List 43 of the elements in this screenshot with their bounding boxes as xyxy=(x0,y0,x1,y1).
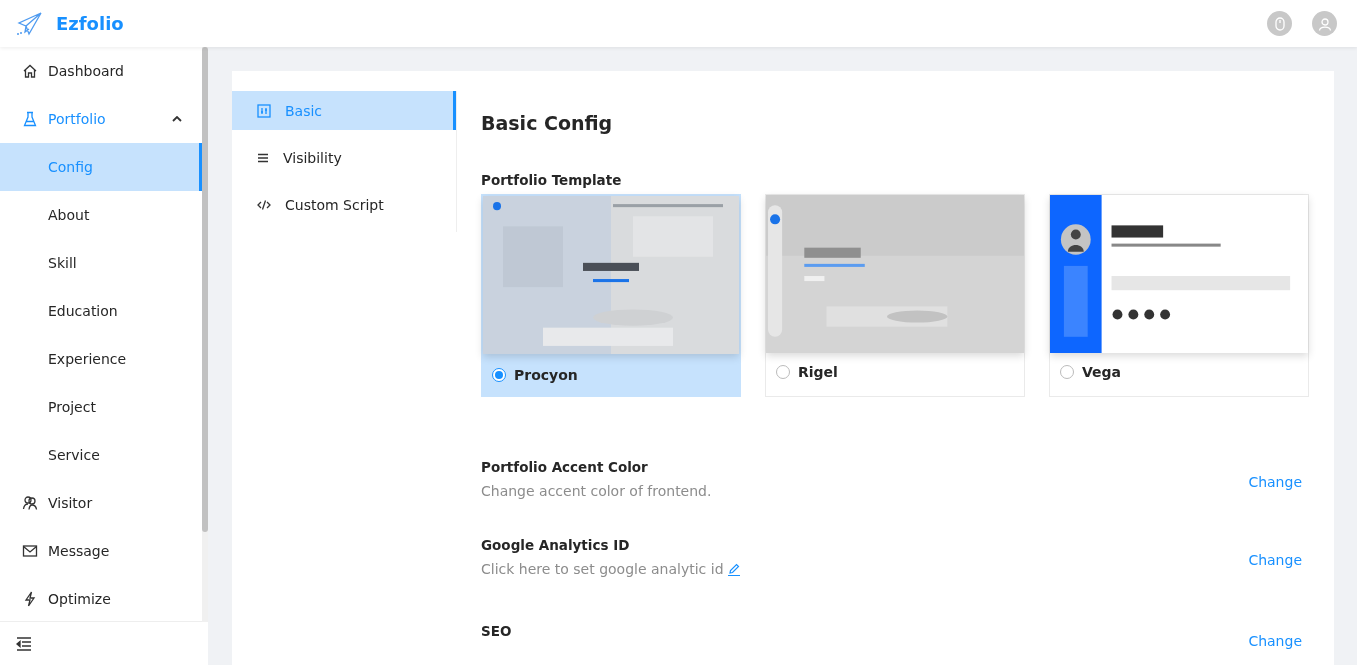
setting-title: Portfolio Accent Color xyxy=(481,459,649,475)
submenu-item[interactable]: Skill xyxy=(0,239,202,287)
setting-title: SEO xyxy=(481,623,512,639)
setting-description: Change accent color of frontend. xyxy=(481,483,712,499)
radio-button[interactable] xyxy=(776,365,790,379)
section-title: Basic Config xyxy=(481,112,614,134)
radio-button[interactable] xyxy=(1060,365,1074,379)
users-icon xyxy=(22,495,38,511)
menu-item[interactable]: Visitor xyxy=(0,479,202,527)
submenu-item[interactable]: Education xyxy=(0,287,202,335)
chevron-up-icon xyxy=(172,116,182,122)
sliders-icon xyxy=(257,103,271,118)
template-card[interactable]: Vega xyxy=(1049,194,1309,397)
scrollbar[interactable] xyxy=(202,47,208,622)
submenu-item[interactable]: About xyxy=(0,191,202,239)
template-card[interactable]: Procyon xyxy=(481,194,741,397)
template-name: Vega xyxy=(1082,364,1122,380)
radio-button[interactable] xyxy=(492,368,506,382)
paper-plane-icon xyxy=(16,11,42,36)
setting-title: Google Analytics ID xyxy=(481,537,631,553)
list-icon xyxy=(257,151,269,164)
code-icon xyxy=(257,198,271,211)
mouse-icon[interactable] xyxy=(1267,11,1292,36)
mail-icon xyxy=(22,543,38,559)
template-name: Rigel xyxy=(798,364,838,380)
submenu-item[interactable]: Service xyxy=(0,431,202,479)
edit-icon[interactable] xyxy=(727,562,740,576)
config-tab[interactable]: Visibility xyxy=(232,138,456,177)
template-card[interactable]: Rigel xyxy=(765,194,1025,397)
template-name: Procyon xyxy=(514,367,578,383)
field-label: Portfolio Template xyxy=(481,172,623,188)
lightning-icon xyxy=(22,591,38,607)
setting-description[interactable]: Click here to set google analytic id xyxy=(481,561,724,577)
submenu-item[interactable]: Project xyxy=(0,383,202,431)
collapse-menu-icon[interactable] xyxy=(16,636,32,651)
menu-item[interactable]: Message xyxy=(0,527,202,575)
submenu-item[interactable]: Experience xyxy=(0,335,202,383)
home-icon xyxy=(22,63,38,79)
user-avatar-icon[interactable] xyxy=(1312,11,1337,36)
config-tab[interactable]: Custom Script xyxy=(232,185,456,224)
flask-icon xyxy=(22,111,38,127)
menu-item[interactable]: Dashboard xyxy=(0,47,202,95)
menu-item[interactable]: Optimize xyxy=(0,575,202,621)
